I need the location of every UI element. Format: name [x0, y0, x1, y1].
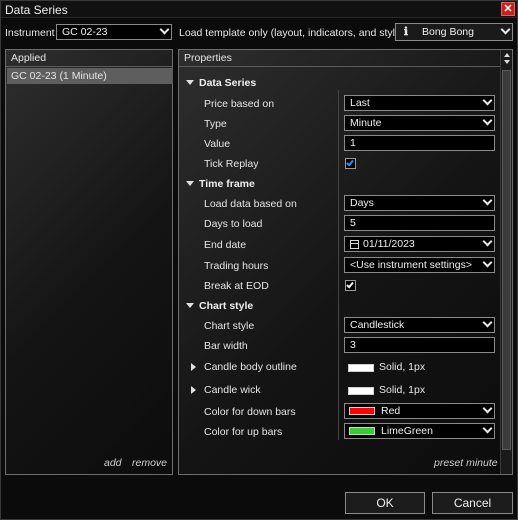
instrument-label: Instrument [5, 27, 55, 39]
ok-button[interactable]: OK [345, 492, 425, 514]
bar-width-input[interactable]: 3 [344, 337, 495, 353]
chevron-down-icon [482, 318, 493, 328]
type-dropdown[interactable]: Minute [344, 115, 495, 131]
properties-header: Properties [179, 50, 512, 67]
template-dropdown[interactable]: ℹ Bong Bong [395, 23, 513, 41]
candle-wick-label: Candle wick [204, 384, 261, 396]
collapse-icon[interactable] [186, 181, 194, 186]
category-time-frame: Time frame [199, 178, 255, 190]
price-based-on-label: Price based on [204, 98, 275, 110]
up-bars-label: Color for up bars [204, 426, 283, 438]
break-eod-label: Break at EOD [204, 280, 269, 292]
preset-link[interactable]: preset minute [434, 457, 498, 469]
candle-wick-value: Solid, 1px [379, 384, 426, 396]
chevron-down-icon [482, 237, 493, 247]
applied-header: Applied [6, 50, 172, 67]
collapse-icon[interactable] [186, 303, 194, 308]
chevron-down-icon [482, 424, 493, 434]
collapse-icon[interactable] [186, 80, 194, 85]
check-icon [346, 280, 354, 289]
expand-icon[interactable] [191, 363, 196, 371]
chevron-down-icon [482, 96, 493, 106]
bar-width-label: Bar width [204, 340, 248, 352]
down-bars-dropdown[interactable]: Red [344, 403, 495, 419]
chevron-down-icon [482, 404, 493, 414]
column-divider [338, 90, 339, 440]
expand-icon[interactable] [191, 386, 196, 394]
window-title: Data Series [5, 3, 68, 17]
chevron-down-icon [482, 196, 493, 206]
template-value: Bong Bong [422, 26, 474, 38]
chevron-down-icon [159, 25, 170, 35]
properties-scrollbar[interactable] [500, 50, 512, 474]
up-bars-value: LimeGreen [381, 425, 433, 437]
data-series-window: Data Series ✕ Instrument GC 02-23 Load t… [0, 0, 518, 520]
down-bars-label: Color for down bars [204, 406, 296, 418]
type-label: Type [204, 118, 227, 130]
candle-wick-swatch[interactable] [348, 387, 374, 395]
cancel-button[interactable]: Cancel [432, 492, 513, 514]
chevron-down-icon [482, 116, 493, 126]
properties-panel: Properties Data Series Price based on La… [178, 49, 513, 475]
instrument-value: GC 02-23 [62, 26, 108, 38]
days-to-load-input[interactable]: 5 [344, 215, 495, 231]
category-data-series: Data Series [199, 77, 257, 89]
load-data-label: Load data based on [204, 198, 297, 210]
chart-style-dropdown[interactable]: Candlestick [344, 317, 495, 333]
category-chart-style: Chart style [199, 300, 254, 312]
info-icon: ℹ [403, 26, 409, 38]
calendar-icon[interactable] [350, 240, 359, 249]
trading-hours-label: Trading hours [204, 260, 269, 272]
price-based-on-value: Last [350, 97, 370, 109]
trading-hours-dropdown[interactable]: <Use instrument settings> [344, 257, 495, 273]
end-date-picker[interactable]: 01/11/2023 [344, 236, 495, 252]
value-label: Value [204, 138, 231, 150]
load-data-dropdown[interactable]: Days [344, 195, 495, 211]
chart-style-value: Candlestick [350, 319, 405, 331]
value-input[interactable]: 1 [344, 135, 495, 151]
applied-panel: Applied GC 02-23 (1 Minute) add remove [5, 49, 173, 475]
scroll-down-icon[interactable] [504, 60, 510, 64]
load-data-value: Days [350, 197, 374, 209]
title-bar: Data Series ✕ [1, 1, 517, 18]
close-button[interactable]: ✕ [501, 2, 515, 16]
candle-body-value: Solid, 1px [379, 361, 426, 373]
trading-hours-value: <Use instrument settings> [350, 259, 472, 271]
chart-style-label: Chart style [204, 320, 255, 332]
scroll-thumb[interactable] [502, 70, 511, 450]
type-value: Minute [350, 117, 382, 129]
tick-replay-checkbox[interactable] [345, 158, 356, 169]
up-bars-swatch [349, 427, 375, 435]
instrument-dropdown[interactable]: GC 02-23 [56, 24, 172, 40]
break-eod-checkbox[interactable] [345, 280, 356, 291]
tick-replay-label: Tick Replay [204, 158, 259, 170]
remove-link[interactable]: remove [132, 457, 167, 469]
check-icon [346, 158, 354, 167]
template-label: Load template only (layout, indicators, … [179, 27, 405, 39]
applied-series-item[interactable]: GC 02-23 (1 Minute) [7, 68, 173, 84]
end-date-label: End date [204, 239, 247, 251]
chevron-down-icon [482, 258, 493, 268]
down-bars-value: Red [381, 405, 401, 417]
up-bars-dropdown[interactable]: LimeGreen [344, 423, 495, 439]
down-bars-swatch [349, 407, 375, 415]
candle-body-swatch[interactable] [348, 364, 374, 372]
price-based-on-dropdown[interactable]: Last [344, 95, 495, 111]
add-link[interactable]: add [104, 457, 122, 469]
chevron-down-icon [500, 24, 511, 35]
end-date-value: 01/11/2023 [363, 238, 415, 250]
scroll-up-icon[interactable] [504, 53, 510, 57]
candle-body-label: Candle body outline [204, 361, 297, 373]
days-to-load-label: Days to load [204, 218, 263, 230]
